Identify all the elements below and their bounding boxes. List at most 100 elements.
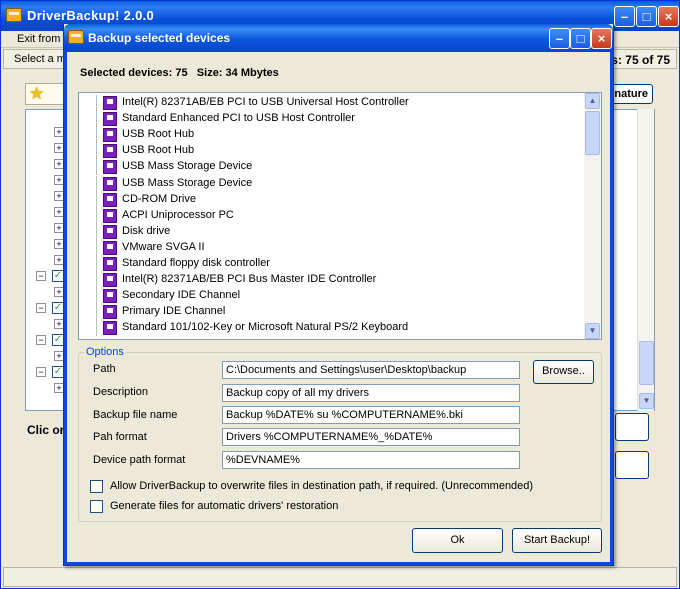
tree-collapse-icon[interactable]: − [36,303,46,313]
device-list-item[interactable]: Disk drive [79,223,585,240]
device-list-item[interactable]: ACPI Uniprocessor PC [79,207,585,224]
description-label: Description [93,386,149,398]
device-chip-icon [103,208,117,223]
device-label: USB Root Hub [122,144,195,157]
maximize-icon[interactable]: □ [570,28,591,49]
device-chip-icon [103,224,117,239]
device-label: Primary IDE Channel [122,305,226,318]
scrollbar-thumb[interactable] [639,341,654,385]
device-list-item[interactable]: Standard Enhanced PCI to USB Host Contro… [79,111,585,128]
main-side-button[interactable] [615,413,649,441]
device-chip-icon [103,96,117,110]
device-label: Standard Enhanced PCI to USB Host Contro… [122,112,355,125]
minimize-icon[interactable]: – [614,6,635,27]
dialog-border [64,562,613,565]
device-chip-icon [103,112,117,127]
tree-line [96,143,97,160]
selection-summary: Selected devices: 75 Size: 34 Mbytes [80,67,279,79]
device-label: Disk drive [122,224,171,237]
path-field[interactable]: C:\Documents and Settings\user\Desktop\b… [222,361,520,379]
device-list-item[interactable]: CD-ROM Drive [79,191,585,208]
main-hint-text: Clic or [27,423,65,437]
start-backup-button[interactable]: Start Backup! [512,528,602,553]
device-list-item[interactable]: USB Mass Storage Device [79,175,585,192]
device-label: Secondary IDE Channel [122,289,241,302]
device-list-item[interactable]: Standard floppy disk controller [79,256,585,272]
options-legend: Options [84,346,126,358]
device-list-scrollbar[interactable]: ▲ ▼ [584,93,601,339]
device-chip-icon [103,192,117,207]
device-list-item[interactable]: USB Mass Storage Device [79,159,585,176]
close-icon[interactable]: × [658,6,679,27]
device-chip-icon [103,289,117,304]
path-format-label: Pah format [93,431,147,443]
close-icon[interactable]: × [591,28,612,49]
device-label: USB Mass Storage Device [122,176,253,189]
dialog-title: Backup selected devices [88,31,231,45]
path-format-field[interactable]: Drivers %COMPUTERNAME%_%DATE% [222,428,520,446]
device-label: CD-ROM Drive [122,192,196,205]
device-chip-icon [103,160,117,175]
tree-collapse-icon[interactable]: − [36,367,46,377]
app-icon [68,30,84,44]
selected-size: Size: 34 Mbytes [196,67,279,79]
device-list-item[interactable]: USB Root Hub [79,143,585,160]
toolbar: ★ [25,83,65,105]
backup-file-name-field[interactable]: Backup %DATE% su %COMPUTERNAME%.bki [222,406,520,424]
tree-line [96,127,97,144]
ok-button[interactable]: Ok [412,528,503,553]
selected-devices-count: Selected devices: 75 [80,67,188,79]
star-icon[interactable]: ★ [29,85,44,103]
device-list-item[interactable]: USB Root Hub [79,127,585,144]
device-label: Intel(R) 82371AB/EB PCI Bus Master IDE C… [122,273,377,286]
overwrite-checkbox[interactable] [90,480,103,493]
device-list[interactable]: Intel(R) 82371AB/EB PCI to USB Universal… [78,92,602,340]
device-chip-icon [103,128,117,143]
dialog-title-bar: Backup selected devices – □ × [64,24,613,52]
tree-line [96,320,97,337]
tree-line [96,95,97,111]
device-chip-icon [103,305,117,320]
scroll-down-icon[interactable]: ▼ [585,323,600,339]
tree-line [96,288,97,305]
scroll-down-icon[interactable]: ▼ [639,393,654,409]
device-list-item[interactable]: Standard 101/102-Key or Microsoft Natura… [79,320,585,337]
device-label: Intel(R) 82371AB/EB PCI to USB Universal… [122,96,409,108]
main-bottom-status-bar [3,567,677,587]
tree-line [96,175,97,192]
backup-file-name-label: Backup file name [93,409,178,421]
tree-line [96,159,97,176]
tree-line [96,256,97,272]
scroll-up-icon[interactable]: ▲ [585,93,600,109]
description-field[interactable]: Backup copy of all my drivers [222,384,520,402]
device-list-item[interactable]: VMware SVGA II [79,239,585,256]
device-list-item[interactable]: Intel(R) 82371AB/EB PCI to USB Universal… [79,95,585,111]
device-list-item[interactable]: Primary IDE Channel [79,304,585,321]
generate-restore-label[interactable]: Generate files for automatic drivers' re… [110,500,338,512]
minimize-icon[interactable]: – [549,28,570,49]
device-path-format-label: Device path format [93,454,186,466]
main-side-button[interactable] [615,451,649,479]
main-window-title: DriverBackup! 2.0.0 [27,8,155,23]
tree-collapse-icon[interactable]: − [36,335,46,345]
scrollbar-thumb[interactable] [585,111,600,155]
overwrite-label[interactable]: Allow DriverBackup to overwrite files in… [110,480,533,492]
device-label: USB Root Hub [122,128,195,141]
status-device-count: s: 75 of 75 [611,53,670,67]
device-list-item[interactable]: Secondary IDE Channel [79,288,585,305]
app-icon [6,8,22,22]
device-chip-icon [103,144,117,159]
browse-button[interactable]: Browse.. [533,360,594,384]
device-list-item[interactable]: Intel(R) 82371AB/EB PCI Bus Master IDE C… [79,272,585,289]
device-chip-icon [103,176,117,191]
device-label: USB Mass Storage Device [122,160,253,173]
tree-line [96,272,97,289]
tree-collapse-icon[interactable]: − [36,271,46,281]
maximize-icon[interactable]: □ [636,6,657,27]
device-chip-icon [103,273,117,288]
main-tree-scrollbar[interactable]: ▼ [637,109,654,411]
tree-line [96,304,97,321]
device-label: Standard floppy disk controller [122,257,270,269]
generate-restore-checkbox[interactable] [90,500,103,513]
device-path-format-field[interactable]: %DEVNAME% [222,451,520,469]
